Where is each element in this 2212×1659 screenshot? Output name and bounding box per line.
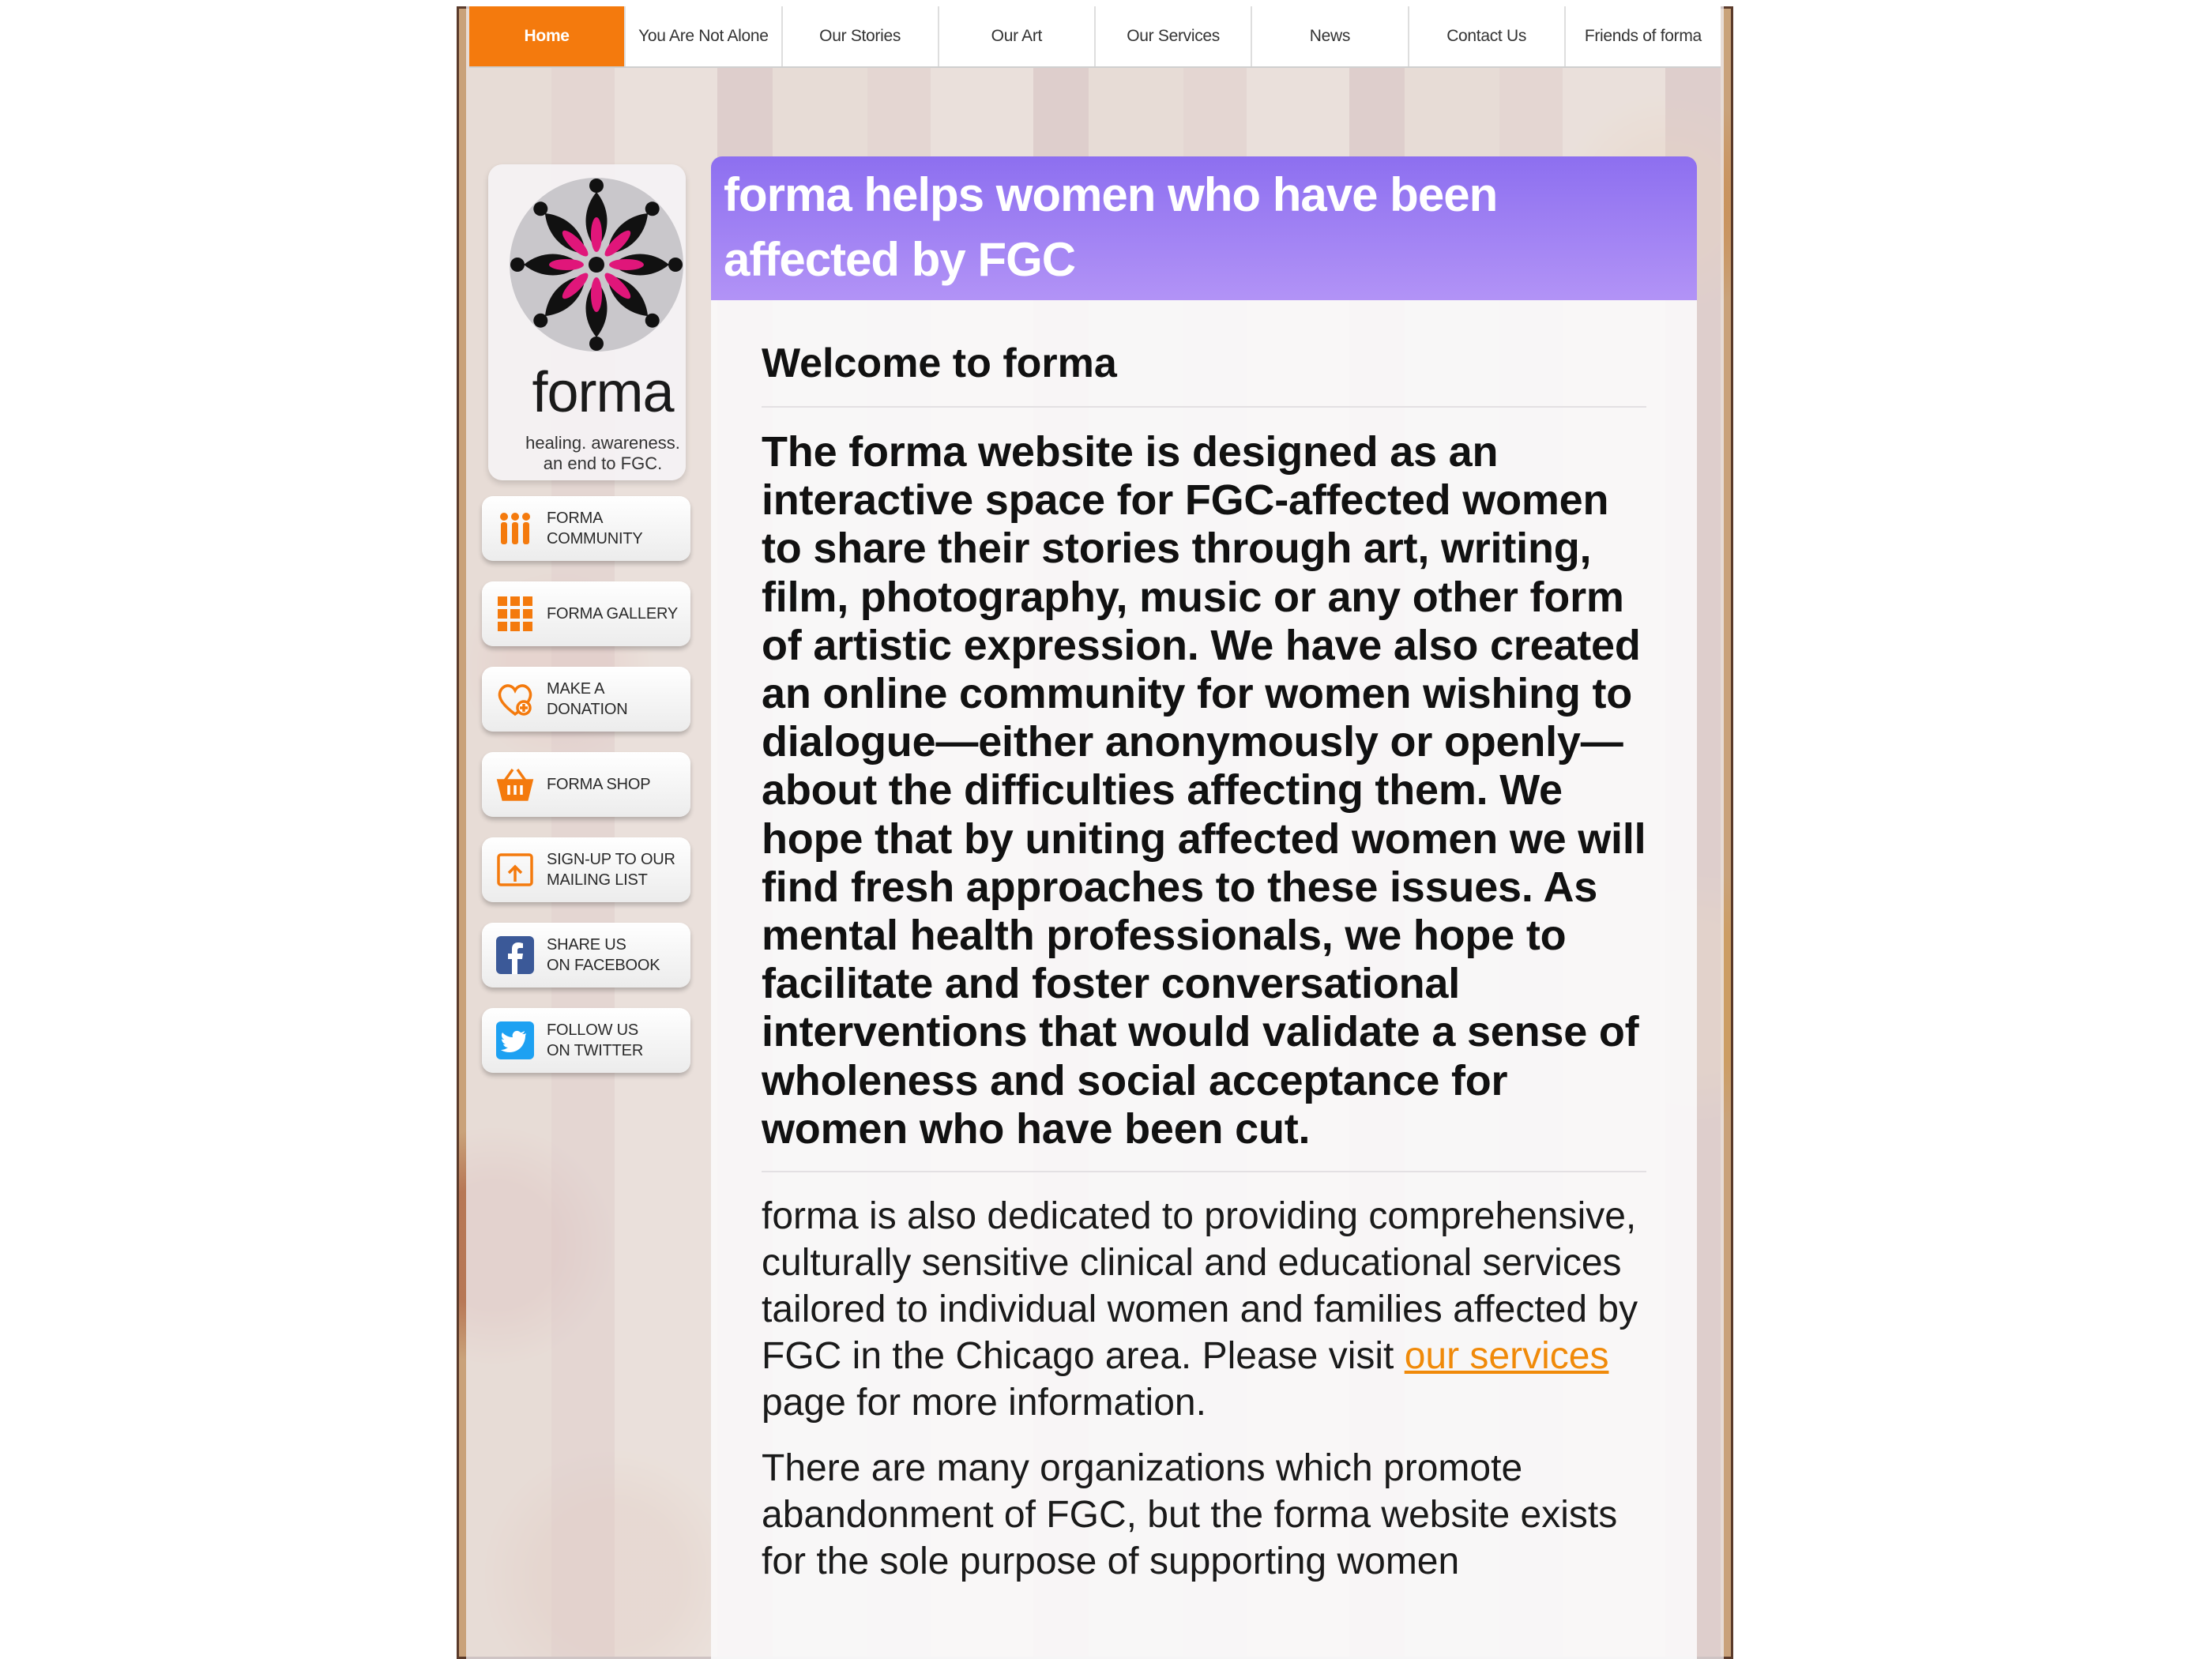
sidebar-item-make-a-donation[interactable]: Make a Donation (482, 667, 690, 732)
sidebar-item-forma-shop[interactable]: Forma Shop (482, 752, 690, 817)
facebook-icon (495, 935, 536, 976)
our-services-link[interactable]: our services (1405, 1335, 1609, 1377)
tab-our-stories[interactable]: Our Stories (783, 6, 939, 66)
sidebar-item-forma-community[interactable]: Forma Community (482, 496, 690, 561)
intro-paragraph: The forma website is designed as an inte… (762, 428, 1646, 1153)
page-title: Welcome to forma (762, 340, 1117, 386)
top-navigation: Home You Are Not Alone Our Stories Our A… (469, 6, 1721, 68)
logo-tagline-line-1: healing. awareness. (525, 433, 680, 453)
tab-friends-of-forma[interactable]: Friends of forma (1566, 6, 1721, 66)
sidebar-item-label: Sign-up to our Mailing List (547, 851, 675, 889)
logo-tagline-line-2: an end to FGC. (543, 453, 663, 473)
heart-donate-icon (495, 679, 536, 720)
sidebar-item-label: Make a Donation (547, 680, 628, 718)
sidebar-item-mailing-list[interactable]: Sign-up to our Mailing List (482, 837, 690, 902)
logo-tagline: healing. awareness. an end to FGC. (488, 433, 717, 474)
hero-title: forma helps women who have been affected… (724, 168, 1498, 286)
logo[interactable]: forma healing. awareness. an end to FGC. (488, 164, 686, 480)
logo-wordmark: forma (532, 361, 674, 424)
mail-signup-icon (495, 849, 536, 890)
twitter-icon (495, 1020, 536, 1061)
sidebar-item-label: Forma Gallery (547, 605, 678, 623)
website-frame: Home You Are Not Alone Our Stories Our A… (457, 6, 1733, 1659)
services-text-after: page for more information. (762, 1382, 1206, 1424)
people-icon (495, 508, 536, 549)
tab-our-art[interactable]: Our Art (939, 6, 1096, 66)
sidebar-item-label: Share us on Facebook (547, 936, 660, 974)
sidebar-item-forma-gallery[interactable]: Forma Gallery (482, 581, 690, 646)
hero-banner: forma helps women who have been affected… (711, 156, 1697, 300)
divider (762, 406, 1646, 408)
services-paragraph: forma is also dedicated to providing com… (762, 1193, 1646, 1426)
tab-you-are-not-alone[interactable]: You Are Not Alone (626, 6, 783, 66)
tab-our-services[interactable]: Our Services (1096, 6, 1253, 66)
sidebar-item-twitter[interactable]: Follow us on Twitter (482, 1008, 690, 1073)
basket-icon (495, 764, 536, 805)
tab-news[interactable]: News (1252, 6, 1409, 66)
tab-contact-us[interactable]: Contact Us (1409, 6, 1566, 66)
sidebar-item-label: Forma Community (547, 510, 643, 547)
divider (762, 1171, 1646, 1173)
main-content: Welcome to forma The forma website is de… (711, 300, 1697, 1659)
grid-icon (495, 593, 536, 634)
tab-home[interactable]: Home (469, 6, 626, 66)
organizations-paragraph: There are many organizations which promo… (762, 1447, 1618, 1583)
sidebar-item-label: Follow us on Twitter (547, 1021, 644, 1059)
forma-emblem-icon (507, 175, 686, 354)
sidebar-item-label: Forma Shop (547, 776, 651, 793)
sidebar-item-facebook[interactable]: Share us on Facebook (482, 923, 690, 988)
